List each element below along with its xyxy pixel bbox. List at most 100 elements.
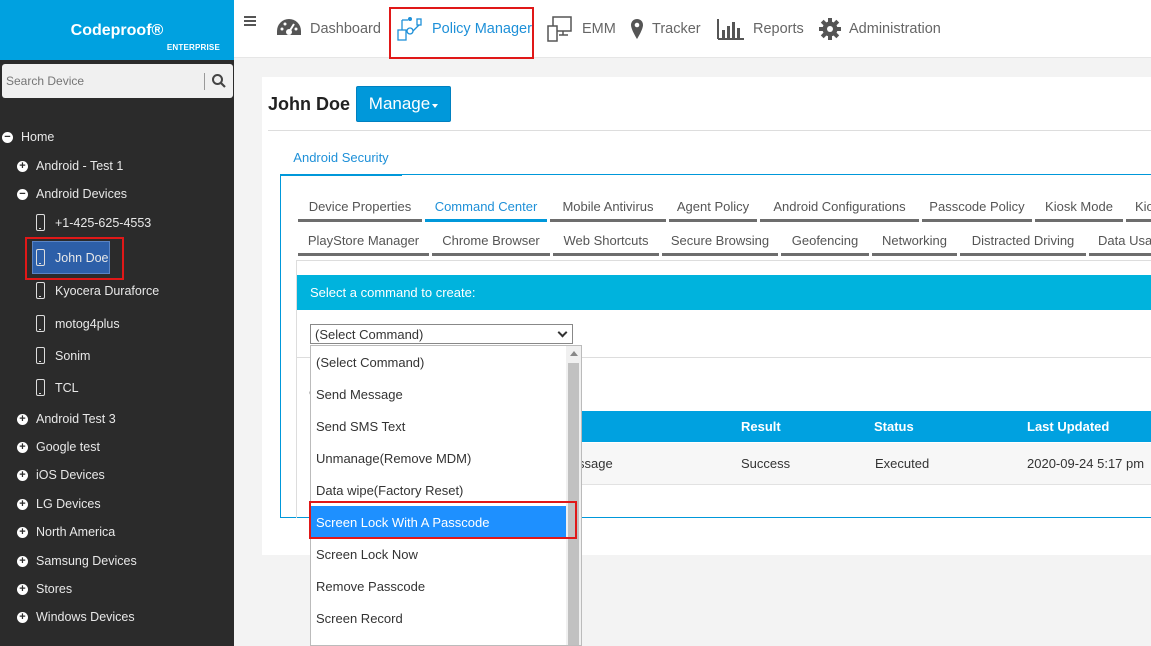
tree-device[interactable]: motog4plus (36, 315, 120, 332)
tree-group[interactable]: + Stores (17, 582, 72, 596)
tree-android-devices-label: Android Devices (36, 187, 128, 201)
tree-android-devices[interactable]: − Android Devices (17, 187, 127, 201)
subtab-playstore-manager[interactable]: PlayStore Manager (298, 228, 429, 256)
divider (268, 130, 1151, 131)
nav-emm-label: EMM (582, 21, 616, 37)
dropdown-option[interactable]: Unmanage(Remove MDM) (311, 442, 566, 474)
scroll-up-arrow-icon[interactable] (570, 351, 578, 356)
nav-administration-label: Administration (849, 21, 941, 37)
tree-device[interactable]: +1-425-625-4553 (36, 214, 151, 231)
expand-icon: + (17, 469, 28, 481)
subtab-android-configurations[interactable]: Android Configurations (760, 194, 919, 222)
nav-emm[interactable]: EMM (546, 0, 616, 58)
command-header: Select a command to create: (297, 275, 1151, 310)
expand-icon: + (17, 160, 28, 172)
collapse-icon: − (17, 188, 28, 200)
tree-device-label: Kyocera Duraforce (55, 283, 160, 298)
chevron-down-icon (557, 327, 568, 338)
phone-icon (36, 282, 45, 299)
subtab-device-properties[interactable]: Device Properties (298, 194, 422, 222)
caret-down-icon (432, 104, 439, 108)
subtab-secure-browsing[interactable]: Secure Browsing (662, 228, 778, 256)
emm-icon (547, 16, 572, 42)
command-select[interactable]: (Select Command) (310, 324, 573, 344)
location-pin-icon (631, 19, 643, 39)
subtab-data-usage[interactable]: Data Usa (1089, 228, 1151, 256)
brand-logo[interactable]: Codeproof® ENTERPRISE (0, 0, 234, 60)
dropdown-option[interactable]: Read S (311, 634, 566, 646)
tree-group-label: Stores (36, 582, 73, 596)
subtab-chrome-browser[interactable]: Chrome Browser (432, 228, 550, 256)
nav-administration[interactable]: Administration (819, 0, 941, 58)
tab-android-security[interactable]: Android Security (280, 140, 402, 176)
tree-home-label: Home (21, 130, 55, 144)
tree-device[interactable]: Kyocera Duraforce (36, 282, 159, 299)
nav-tracker[interactable]: Tracker (630, 0, 701, 58)
subtab-passcode-policy[interactable]: Passcode Policy (922, 194, 1032, 222)
dropdown-option[interactable]: Screen Lock Now (311, 538, 566, 570)
tree-device[interactable]: TCL (36, 379, 79, 396)
expand-icon: + (17, 498, 28, 510)
manage-button[interactable]: Manage (356, 86, 451, 122)
search-icon[interactable] (211, 73, 227, 89)
subtab-geofencing[interactable]: Geofencing (781, 228, 869, 256)
subtab-distracted-driving[interactable]: Distracted Driving (960, 228, 1086, 256)
cell-command: ssage (578, 456, 613, 471)
nav-reports-label: Reports (753, 21, 804, 37)
tree-group[interactable]: + Android Test 3 (17, 412, 116, 426)
subtab-kiosk-mode[interactable]: Kiosk Mode (1035, 194, 1123, 222)
tree-group[interactable]: + Samsung Devices (17, 554, 137, 568)
annotation-highlight-policy-manager (389, 7, 534, 59)
bar-chart-icon (717, 19, 744, 40)
search-input[interactable] (6, 72, 196, 90)
phone-icon (36, 214, 45, 231)
tree-android-test1-label: Android - Test 1 (36, 159, 124, 173)
phone-icon (36, 347, 45, 364)
menu-toggle-icon[interactable] (244, 16, 256, 26)
tree-home[interactable]: − Home (2, 130, 54, 144)
dropdown-scrollbar[interactable] (566, 346, 581, 645)
tree-device-label: motog4plus (55, 316, 120, 331)
dropdown-option[interactable]: (Select Command) (311, 346, 566, 378)
expand-icon: + (17, 583, 28, 595)
tree-device-label: +1-425-625-4553 (55, 215, 152, 230)
dropdown-option[interactable]: Send SMS Text (311, 410, 566, 442)
tree-group-label: North America (36, 525, 116, 539)
search-divider (204, 73, 205, 90)
command-select-value: (Select Command) (315, 326, 424, 342)
phone-icon (36, 379, 45, 396)
subtab-kiosk-cut[interactable]: Kio (1126, 194, 1151, 222)
annotation-highlight-option (309, 501, 577, 539)
cell-result: Success (741, 456, 791, 471)
annotation-highlight-device (25, 237, 124, 280)
tree-group[interactable]: + LG Devices (17, 497, 101, 511)
dropdown-option[interactable]: Remove Passcode (311, 570, 566, 602)
subtab-web-shortcuts[interactable]: Web Shortcuts (553, 228, 659, 256)
phone-icon (36, 315, 45, 332)
tree-group[interactable]: + North America (17, 525, 115, 539)
subtab-networking[interactable]: Networking (872, 228, 957, 256)
tree-group[interactable]: + Google test (17, 440, 100, 454)
dropdown-option[interactable]: Send Message (311, 378, 566, 410)
col-last-updated: Last Updated (1027, 419, 1110, 434)
tree-group-label: Android Test 3 (36, 412, 116, 426)
nav-dashboard[interactable]: Dashboard (276, 0, 381, 58)
tree-device-label: TCL (55, 380, 79, 395)
subtab-mobile-antivirus[interactable]: Mobile Antivirus (550, 194, 666, 222)
subtab-command-center[interactable]: Command Center (425, 194, 547, 222)
expand-icon: + (17, 413, 28, 425)
tree-android-test1[interactable]: + Android - Test 1 (17, 159, 123, 173)
cell-last-updated: 2020-09-24 5:17 pm (1027, 456, 1145, 471)
tree-group-label: Samsung Devices (36, 554, 137, 568)
expand-icon: + (17, 555, 28, 567)
nav-reports[interactable]: Reports (717, 0, 804, 58)
dropdown-option[interactable]: Screen Record (311, 602, 566, 634)
subtab-agent-policy[interactable]: Agent Policy (669, 194, 757, 222)
tree-device[interactable]: Sonim (36, 347, 90, 364)
tree-group[interactable]: + Windows Devices (17, 610, 135, 624)
expand-icon: + (17, 441, 28, 453)
tree-group-label: iOS Devices (36, 468, 105, 482)
nav-dashboard-label: Dashboard (310, 21, 381, 37)
collapse-icon: − (2, 131, 13, 143)
tree-group[interactable]: + iOS Devices (17, 468, 105, 482)
